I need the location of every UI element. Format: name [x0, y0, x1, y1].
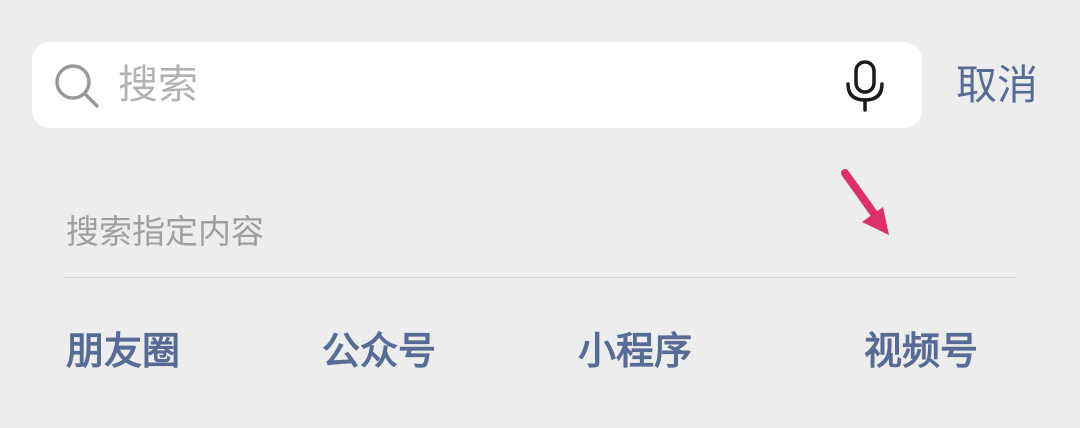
- search-icon: [55, 64, 99, 108]
- microphone-icon[interactable]: [842, 58, 888, 114]
- cancel-button[interactable]: 取消: [956, 42, 1038, 128]
- search-bar[interactable]: [32, 42, 922, 128]
- category-moments[interactable]: 朋友圈: [66, 324, 180, 378]
- arrow-icon: [841, 169, 889, 235]
- category-official-accounts[interactable]: 公众号: [322, 324, 436, 378]
- search-input[interactable]: [118, 42, 818, 128]
- divider: [64, 277, 1016, 278]
- category-mini-programs[interactable]: 小程序: [578, 324, 692, 378]
- section-title: 搜索指定内容: [66, 212, 264, 251]
- category-channels[interactable]: 视频号: [864, 324, 978, 378]
